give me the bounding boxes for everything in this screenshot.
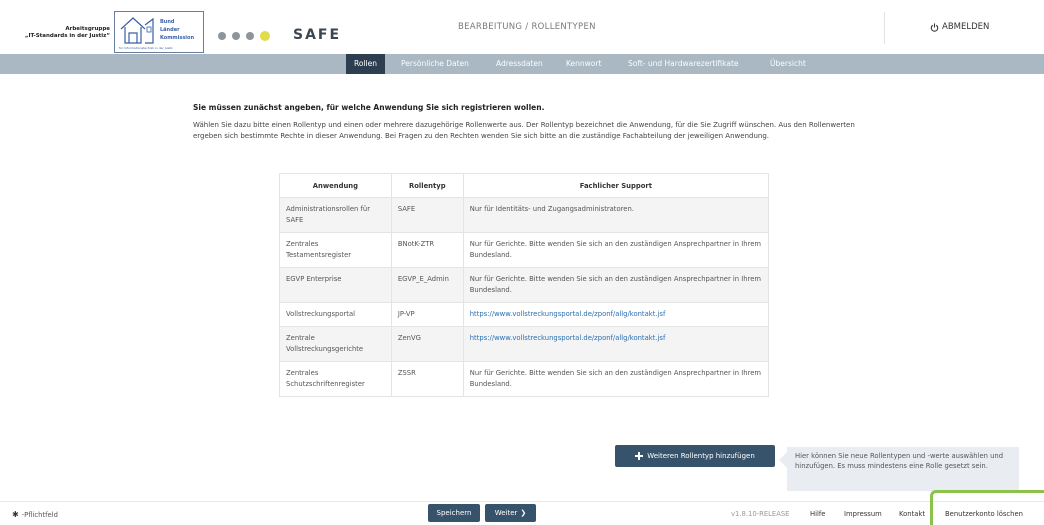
- table-row[interactable]: Zentrale Vollstreckungsgerichte ZenVG ht…: [279, 326, 770, 362]
- tab-rollen[interactable]: Rollen: [346, 54, 385, 74]
- app-header: Arbeitsgruppe „IT-Standards in der Justi…: [0, 0, 1044, 56]
- help-tooltip: Hier können Sie neue Rollentypen und -we…: [787, 447, 1019, 491]
- progress-dot: [218, 32, 226, 40]
- progress-dot: [246, 32, 254, 40]
- contact-link[interactable]: Kontakt: [899, 510, 925, 518]
- cell-rollentyp: SAFE: [390, 197, 464, 233]
- org-line-1: Arbeitsgruppe: [65, 26, 110, 32]
- page-heading: Sie müssen zunächst angeben, für welche …: [193, 103, 545, 112]
- add-role-type-label: Weiteren Rollentyp hinzufügen: [647, 452, 755, 460]
- cell-rollentyp: JP-VP: [390, 302, 464, 327]
- tab-adressdaten[interactable]: Adressdaten: [488, 54, 551, 74]
- impressum-link[interactable]: Impressum: [844, 510, 882, 518]
- cell-support: https://www.vollstreckungsportal.de/zpon…: [462, 326, 770, 362]
- progress-dot-current: [260, 31, 270, 41]
- support-link[interactable]: https://www.vollstreckungsportal.de/zpon…: [470, 334, 666, 342]
- blk-logo: Bund Länder Kommission für Informationst…: [114, 11, 204, 53]
- tooltip-arrow: [779, 452, 787, 468]
- required-label: -Pflichtfeld: [21, 510, 58, 519]
- power-icon: [930, 22, 939, 32]
- cell-anwendung: Zentrale Vollstreckungsgerichte: [279, 326, 392, 362]
- column-header-rollentyp: Rollentyp: [390, 173, 464, 198]
- org-name: Arbeitsgruppe „IT-Standards in der Justi…: [10, 26, 110, 40]
- version-label: v1.8.10-RELEASE: [731, 510, 790, 518]
- cell-anwendung: EGVP Enterprise: [279, 267, 392, 303]
- cell-support: Nur für Identitäts- und Zugangsadministr…: [462, 197, 770, 233]
- cell-anwendung: Zentrales Testamentsregister: [279, 232, 392, 268]
- cell-support: Nur für Gerichte. Bitte wenden Sie sich …: [462, 361, 770, 397]
- cell-rollentyp: ZenVG: [390, 326, 464, 362]
- progress-dot: [232, 32, 240, 40]
- next-button[interactable]: Weiter ❯: [485, 504, 536, 522]
- header-divider: [884, 12, 885, 44]
- cell-support: https://www.vollstreckungsportal.de/zpon…: [462, 302, 770, 327]
- highlight-frame: [930, 490, 1044, 525]
- progress-dots: [218, 31, 270, 41]
- logo-word-3: Kommission: [160, 35, 195, 41]
- cell-rollentyp: BNotK-ZTR: [390, 232, 464, 268]
- plus-icon: [635, 452, 644, 460]
- table-row[interactable]: Zentrales Schutzschriftenregister ZSSR N…: [279, 361, 770, 397]
- tab-kennwort[interactable]: Kennwort: [558, 54, 609, 74]
- intro-text: Wählen Sie dazu bitte einen Rollentyp un…: [193, 121, 855, 140]
- cell-rollentyp: EGVP_E_Admin: [390, 267, 464, 303]
- cell-anwendung: Vollstreckungsportal: [279, 302, 392, 327]
- org-line-2: „IT-Standards in der Justiz“: [24, 33, 110, 39]
- table-header-row: Anwendung Rollentyp Fachlicher Support: [279, 173, 770, 198]
- required-legend: ✱ -Pflichtfeld: [12, 510, 58, 519]
- cell-anwendung: Administrationsrollen für SAFE: [279, 197, 392, 233]
- cell-rollentyp: ZSSR: [390, 361, 464, 397]
- logo-text: Bund Länder Kommission: [160, 18, 194, 42]
- add-role-type-button[interactable]: Weiteren Rollentyp hinzufügen: [615, 445, 775, 467]
- house-logo-icon: [120, 17, 154, 44]
- asterisk-icon: ✱: [12, 510, 19, 519]
- cell-support: Nur für Gerichte. Bitte wenden Sie sich …: [462, 232, 770, 268]
- table-row[interactable]: Vollstreckungsportal JP-VP https://www.v…: [279, 302, 770, 327]
- breadcrumb: BEARBEITUNG / ROLLENTYPEN: [458, 22, 596, 32]
- next-label: Weiter: [494, 509, 518, 517]
- tab-persoenliche-daten[interactable]: Persönliche Daten: [393, 54, 477, 74]
- nav-bar: Rollen Persönliche Daten Adressdaten Ken…: [0, 54, 1044, 74]
- cell-anwendung: Zentrales Schutzschriftenregister: [279, 361, 392, 397]
- chevron-right-icon: ❯: [520, 509, 527, 517]
- footer-divider: [0, 501, 1044, 502]
- help-link[interactable]: Hilfe: [810, 510, 825, 518]
- table-row[interactable]: Administrationsrollen für SAFE SAFE Nur …: [279, 197, 770, 233]
- logo-word-2: Länder: [160, 27, 180, 33]
- tab-zertifikate[interactable]: Soft- und Hardwarezertifikate: [620, 54, 747, 74]
- roles-table: Anwendung Rollentyp Fachlicher Support A…: [279, 173, 770, 397]
- support-link[interactable]: https://www.vollstreckungsportal.de/zpon…: [470, 310, 666, 318]
- column-header-support: Fachlicher Support: [462, 173, 770, 198]
- tab-uebersicht[interactable]: Übersicht: [762, 54, 814, 74]
- cell-support: Nur für Gerichte. Bitte wenden Sie sich …: [462, 267, 770, 303]
- logout-button[interactable]: ABMELDEN: [930, 22, 989, 32]
- app-name: SAFE: [293, 27, 342, 43]
- logo-subtitle: für Informationstechnik in der Justiz: [119, 46, 173, 50]
- table-row[interactable]: Zentrales Testamentsregister BNotK-ZTR N…: [279, 232, 770, 268]
- logout-label: ABMELDEN: [942, 22, 990, 32]
- logo-word-1: Bund: [160, 19, 175, 25]
- save-button[interactable]: Speichern: [428, 504, 480, 522]
- column-header-anwendung: Anwendung: [279, 173, 392, 198]
- table-row[interactable]: EGVP Enterprise EGVP_E_Admin Nur für Ger…: [279, 267, 770, 303]
